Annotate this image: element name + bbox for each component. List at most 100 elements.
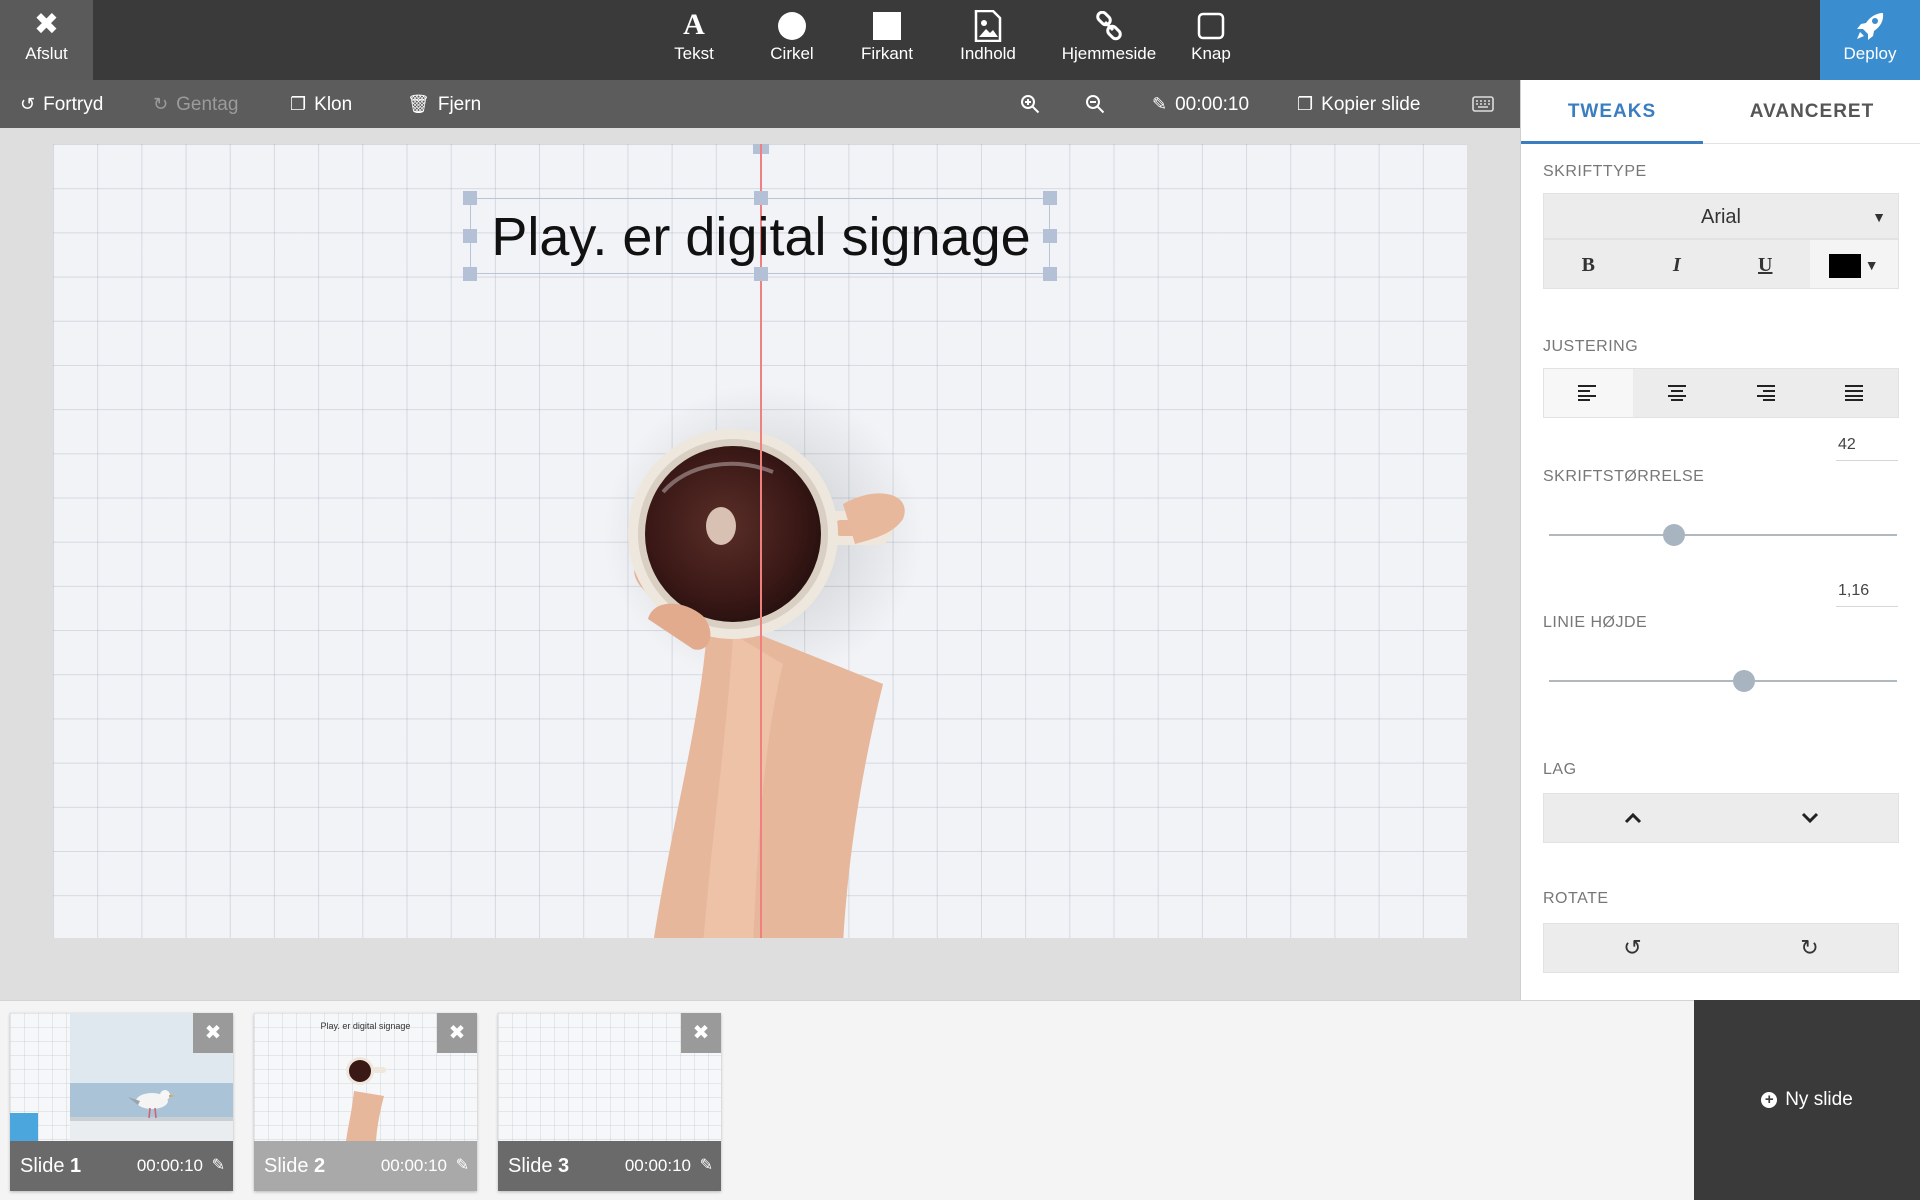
text-color-picker[interactable]: ▼ [1809,240,1898,288]
italic-button[interactable]: I [1633,240,1722,288]
tab-advanced[interactable]: AVANCERET [1703,80,1920,144]
tool-button-button[interactable]: Knap [1170,0,1252,80]
font-section-label: SKRIFTTYPE [1543,163,1647,180]
align-left-button[interactable] [1544,369,1633,417]
tool-content-button[interactable]: Indhold [928,0,1048,80]
redo-button[interactable]: ↻ Gentag [153,80,238,128]
resize-handle-nw[interactable] [463,191,477,205]
pencil-icon[interactable]: ✎ [212,1141,225,1191]
layer-section-label: LAG [1543,761,1577,778]
delete-slide-button[interactable]: ✖ [193,1013,233,1053]
underline-icon: U [1758,254,1773,276]
underline-button[interactable]: U [1721,240,1810,288]
line-height-slider[interactable] [1549,680,1897,682]
zoom-out-icon [1086,94,1105,114]
rotate-right-icon: ↻ [1800,935,1819,960]
delete-slide-button[interactable]: ✖ [437,1013,477,1053]
slide-canvas[interactable]: Play. er digital signage [53,144,1467,938]
edit-toolbar: ↺ Fortryd ↻ Gentag ❐ Klon 🗑 Fjern ✎ 00:00:10 … [0,80,1520,128]
rotate-left-button[interactable]: ↺ [1544,924,1721,972]
line-height-input[interactable]: 1,16 [1836,582,1898,607]
slide-tray: ✖ Slide 1 00:00:10 ✎ Play. er digital si… [0,1000,1694,1200]
image-file-icon [928,0,1048,44]
bring-forward-button[interactable] [1544,794,1721,842]
chevron-down-icon: ▼ [1872,209,1886,225]
send-backward-button[interactable] [1721,794,1898,842]
deploy-button[interactable]: Deploy [1820,0,1920,80]
tool-square-button[interactable]: Firkant [846,0,928,80]
undo-button[interactable]: ↺ Fortryd [20,80,103,128]
redo-label: Gentag [176,94,239,115]
keyboard-button[interactable] [1472,80,1494,128]
link-icon [1048,0,1170,44]
tool-label: Indhold [960,44,1016,63]
rotate-right-button[interactable]: ↻ [1721,924,1898,972]
align-justify-button[interactable] [1810,369,1899,417]
copy-slide-button[interactable]: ❐ Kopier slide [1297,80,1420,128]
duration-button[interactable]: ✎ 00:00:10 [1152,80,1249,128]
line-height-slider-thumb[interactable] [1732,670,1755,692]
resize-handle-n[interactable] [754,191,768,205]
pencil-icon[interactable]: ✎ [456,1141,469,1191]
slide-duration: 00:00:10 [624,1156,691,1175]
coffee-hand-thumbnail [346,1057,386,1141]
undo-icon: ↺ [20,94,36,114]
circle-icon [738,0,846,44]
clone-label: Klon [314,94,353,115]
tool-label: Cirkel [770,44,814,63]
resize-handle-s[interactable] [754,267,768,281]
tool-circle-button[interactable]: Cirkel [738,0,846,80]
caret-down-icon: ▼ [1864,257,1879,273]
coffee-hand-image[interactable] [593,384,1013,938]
slide-thumbnail-3[interactable]: ✖ Slide 3 00:00:10 ✎ [498,1013,721,1191]
font-size-slider-thumb[interactable] [1663,524,1686,546]
new-slide-button[interactable]: + Ny slide [1694,1000,1920,1200]
tool-label: Knap [1191,44,1231,63]
resize-handle-ne[interactable] [1043,191,1057,205]
layer-row [1543,793,1899,843]
resize-handle-se[interactable] [1043,267,1057,281]
text-element-content[interactable]: Play. er digital signage [471,199,1051,275]
zoom-out-button[interactable] [1085,80,1105,128]
font-family-value: Arial [1700,206,1741,228]
tool-website-button[interactable]: Hjemmeside [1048,0,1170,80]
close-icon: ✖ [692,1022,710,1044]
remove-button[interactable]: 🗑 Fjern [407,80,481,128]
slide-thumbnail-1[interactable]: ✖ Slide 1 00:00:10 ✎ [10,1013,233,1191]
deploy-label: Deploy [1843,44,1897,63]
properties-panel: TWEAKS AVANCERET SKRIFTTYPE Arial ▼ B I … [1520,80,1920,1000]
resize-handle-sw[interactable] [463,267,477,281]
font-size-slider[interactable] [1549,534,1897,536]
delete-slide-button[interactable]: ✖ [681,1013,721,1053]
duration-value: 00:00:10 [1175,94,1250,115]
exit-button[interactable]: ✖ Afslut [0,0,93,80]
slide-thumbnail-2[interactable]: Play. er digital signage ✖ Slide 2 00:00… [254,1013,477,1191]
plus-circle-icon: + [1761,1092,1778,1108]
align-right-button[interactable] [1721,369,1810,417]
bold-button[interactable]: B [1544,240,1633,288]
chevron-down-icon [1801,812,1818,824]
tab-tweaks[interactable]: TWEAKS [1521,80,1703,144]
clone-button[interactable]: ❐ Klon [290,80,352,128]
tool-text-button[interactable]: A Tekst [660,0,728,80]
pencil-icon[interactable]: ✎ [700,1141,713,1191]
resize-handle-w[interactable] [463,229,477,243]
align-center-button[interactable] [1633,369,1722,417]
font-size-input[interactable]: 42 [1836,436,1898,461]
slide-color-block [10,1113,38,1141]
align-left-icon [1578,385,1597,401]
slide-duration: 00:00:10 [380,1156,447,1175]
button-icon [1170,0,1252,44]
slide-footer: Slide 1 00:00:10 ✎ [10,1141,233,1191]
align-right-icon [1757,385,1776,401]
tool-label: Firkant [861,44,913,63]
rotate-section-label: ROTATE [1543,890,1609,907]
font-family-select[interactable]: Arial ▼ [1543,193,1899,239]
tool-label: Hjemmeside [1061,44,1157,63]
resize-handle-e[interactable] [1043,229,1057,243]
zoom-in-button[interactable] [1020,80,1040,128]
new-slide-label: Ny slide [1785,1089,1853,1110]
selected-text-element[interactable]: Play. er digital signage [463,191,1057,281]
copy-icon: ❐ [1297,94,1314,114]
font-size-label: SKRIFTSTØRRELSE [1543,468,1705,485]
